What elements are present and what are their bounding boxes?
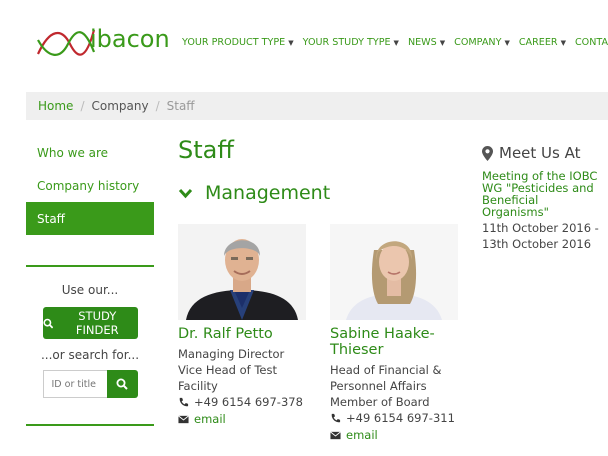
email-link[interactable]: email xyxy=(194,411,226,428)
email-link[interactable]: email xyxy=(346,427,378,444)
nav-label: YOUR PRODUCT TYPE xyxy=(182,37,286,48)
staff-role-line: Personnel Affairs xyxy=(330,379,427,393)
staff-phone: +49 6154 697-311 xyxy=(330,410,458,427)
phone-icon xyxy=(179,397,189,407)
search-button[interactable] xyxy=(106,370,138,398)
search-label: ...or search for... xyxy=(40,348,140,362)
phone-number: +49 6154 697-311 xyxy=(346,411,455,425)
breadcrumb-home-link[interactable]: Home xyxy=(38,99,73,113)
nav-item-company[interactable]: COMPANY ▼ xyxy=(454,37,510,48)
nav-label: COMPANY xyxy=(454,37,502,48)
main-nav: YOUR PRODUCT TYPE ▼ YOUR STUDY TYPE ▼ NEWS… xyxy=(182,37,608,48)
sidebar-item-company-history[interactable]: Company history xyxy=(26,169,154,202)
staff-phone: +49 6154 697-378 xyxy=(178,394,306,411)
sidebar: Who we are Company history Staff Use our… xyxy=(26,136,154,426)
nav-label: CONTACT xyxy=(574,37,608,48)
staff-role-line: Head of Financial & xyxy=(330,363,442,377)
nav-label: NEWS xyxy=(407,37,437,48)
caret-down-icon: ▼ xyxy=(504,38,510,47)
nav-label: CAREER xyxy=(518,37,558,48)
event-line: Beneficial Organisms" xyxy=(482,193,549,219)
staff-name-line: Thieser xyxy=(330,342,384,358)
caret-down-icon: ▼ xyxy=(288,38,294,47)
staff-role-line: Vice Head of Test xyxy=(178,363,277,377)
search-icon xyxy=(116,378,128,390)
staff-role-line: Managing Director xyxy=(178,347,285,361)
staff-photo xyxy=(330,224,458,320)
event-link[interactable]: Meeting of the IOBC WG "Pesticides and B… xyxy=(482,170,608,218)
sidebar-divider xyxy=(26,424,154,426)
sidebar-item-staff[interactable]: Staff xyxy=(26,202,154,235)
breadcrumb-current: Staff xyxy=(166,99,195,113)
staff-role-line: Member of Board xyxy=(330,395,430,409)
staff-name: Sabine Haake- Thieser xyxy=(330,326,458,358)
caret-down-icon: ▼ xyxy=(439,38,446,47)
study-finder-label: STUDY FINDER xyxy=(75,309,119,337)
staff-name-line: Sabine Haake- xyxy=(330,326,435,342)
phone-icon xyxy=(331,413,341,423)
breadcrumb-company[interactable]: Company xyxy=(91,99,148,113)
sidebar-item-who-we-are[interactable]: Who we are xyxy=(26,136,154,169)
event-date-line: 11th October 2016 - xyxy=(482,221,599,235)
breadcrumb-separator: / xyxy=(155,99,160,113)
breadcrumb-separator: / xyxy=(80,99,85,113)
finder-label: Use our... xyxy=(61,283,119,297)
staff-role-line: Facility xyxy=(178,379,218,393)
nav-item-career[interactable]: CAREER ▼ xyxy=(519,37,566,48)
nav-item-product-type[interactable]: YOUR PRODUCT TYPE ▼ xyxy=(182,37,294,48)
nav-item-study-type[interactable]: YOUR STUDY TYPE ▼ xyxy=(303,37,399,48)
staff-card: Sabine Haake- Thieser Head of Financial … xyxy=(330,224,458,444)
staff-role: Managing Director Vice Head of Test Faci… xyxy=(178,346,306,394)
staff-email: email xyxy=(330,427,458,444)
nav-item-news[interactable]: NEWS ▼ xyxy=(408,37,445,48)
staff-card: Dr. Ralf Petto Managing Director Vice He… xyxy=(178,224,306,428)
section-title: Management xyxy=(205,182,331,204)
ibacon-logo[interactable]: ibacon xyxy=(36,22,170,64)
management-section-header[interactable]: Management xyxy=(178,182,468,204)
map-marker-icon xyxy=(482,145,493,161)
study-finder-box: Use our... STUDY FINDER ...or search for… xyxy=(26,267,154,398)
logo-waves-icon xyxy=(37,29,96,56)
event-date: 11th October 2016 - 13th October 2016 xyxy=(482,220,608,252)
caret-down-icon: ▼ xyxy=(393,38,399,47)
staff-photo xyxy=(178,224,306,320)
event-date-line: 13th October 2016 xyxy=(482,237,592,251)
meet-us-heading: Meet Us At xyxy=(482,144,608,162)
search-input[interactable] xyxy=(42,370,107,398)
logo-text: ibacon xyxy=(90,25,170,53)
envelope-icon xyxy=(178,415,189,424)
breadcrumb: Home / Company / Staff xyxy=(26,92,608,120)
search-icon xyxy=(42,318,53,328)
envelope-icon xyxy=(330,431,341,440)
nav-label: YOUR STUDY TYPE xyxy=(302,37,391,48)
caret-down-icon: ▼ xyxy=(560,38,566,47)
nav-item-contact[interactable]: CONTACT▼ xyxy=(575,37,608,48)
staff-role: Head of Financial & Personnel Affairs Me… xyxy=(330,362,458,410)
chevron-down-icon xyxy=(178,188,193,198)
search-row xyxy=(26,370,154,398)
phone-number: +49 6154 697-378 xyxy=(194,395,303,409)
page-title: Staff xyxy=(178,136,234,164)
meet-us-panel: Meet Us At Meeting of the IOBC WG "Pesti… xyxy=(482,144,608,252)
staff-name: Dr. Ralf Petto xyxy=(178,326,273,342)
main-content: Staff Management Dr. Ralf Petto Managing… xyxy=(178,136,468,442)
study-finder-button[interactable]: STUDY FINDER xyxy=(42,307,138,339)
meet-us-title: Meet Us At xyxy=(499,144,581,162)
staff-email: email xyxy=(178,411,306,428)
